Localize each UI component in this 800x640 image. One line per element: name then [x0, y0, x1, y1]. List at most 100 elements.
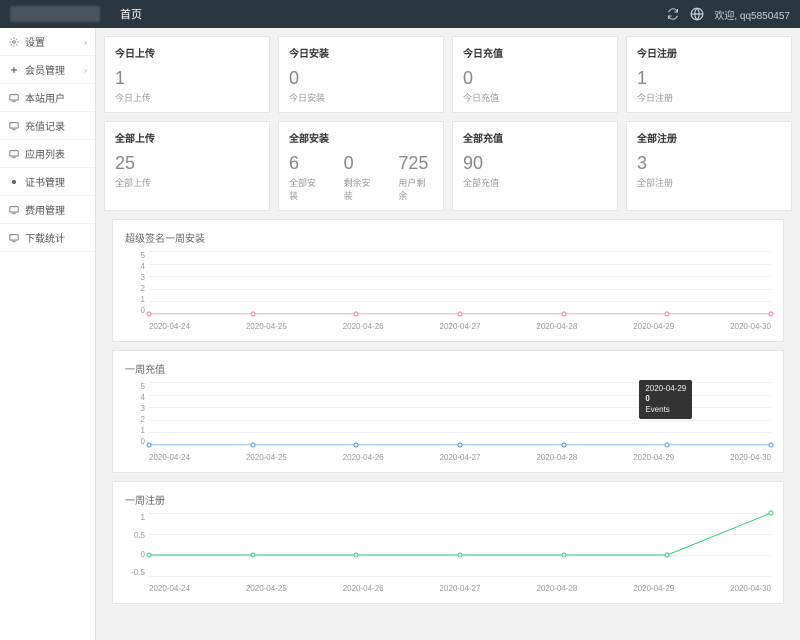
y-axis: 543210: [125, 382, 145, 446]
logo: [10, 6, 100, 22]
stat-value: 6: [289, 153, 324, 174]
stat-label: 今日上传: [115, 91, 151, 104]
chart-title: 一周注册: [125, 492, 771, 507]
x-axis: 2020-04-242020-04-252020-04-262020-04-27…: [149, 453, 771, 462]
chart-point[interactable]: [665, 443, 670, 448]
stat-card: 全部注册3全部注册: [626, 121, 792, 211]
stat-value: 90: [463, 153, 499, 174]
monitor-icon: [8, 120, 20, 132]
monitor-icon: [8, 232, 20, 244]
chart-point[interactable]: [250, 553, 255, 558]
card-title: 全部上传: [115, 130, 259, 145]
stat-value: 1: [115, 68, 151, 89]
chart-point[interactable]: [458, 312, 463, 317]
chart-point[interactable]: [769, 443, 774, 448]
y-axis: 10.50-0.5: [125, 513, 145, 577]
chart-point[interactable]: [769, 312, 774, 317]
sidebar: 设置› 会员管理 › 本站用户充值记录应用列表证书管理费用管理下载统计: [0, 28, 96, 640]
sidebar-item-5[interactable]: 证书管理: [0, 168, 95, 196]
main-content: 今日上传1今日上传今日安装0今日安装今日充值0今日充值今日注册1今日注册 全部上…: [96, 28, 800, 640]
sidebar-item-4[interactable]: 应用列表: [0, 140, 95, 168]
stat-value: 25: [115, 153, 151, 174]
chart-area: 10.50-0.52020-04-242020-04-252020-04-262…: [125, 513, 771, 593]
chart-card: 一周充值 543210 2020-04-290Events 2020-04-24202…: [112, 350, 784, 473]
stat-card: 今日注册1今日注册: [626, 36, 792, 113]
sidebar-item-label: 费用管理: [25, 202, 65, 217]
chart-title: 超级签名一周安装: [125, 230, 771, 245]
chart-point[interactable]: [561, 553, 566, 558]
monitor-icon: [8, 204, 20, 216]
card-title: 全部充值: [463, 130, 607, 145]
sidebar-item-3[interactable]: 充值记录: [0, 112, 95, 140]
sidebar-item-6[interactable]: 费用管理: [0, 196, 95, 224]
sidebar-item-label: 应用列表: [25, 146, 65, 161]
stat-value: 725: [398, 153, 433, 174]
welcome-text[interactable]: 欢迎, qq5850457: [714, 7, 790, 22]
stat-label: 用户剩余: [398, 176, 433, 202]
card-title: 今日注册: [637, 45, 781, 60]
chart-title: 一周充值: [125, 361, 771, 376]
chart-tooltip: 2020-04-290Events: [639, 380, 692, 419]
chart-point[interactable]: [147, 443, 152, 448]
chart-point[interactable]: [354, 553, 359, 558]
chart-point[interactable]: [354, 312, 359, 317]
stat-card: 全部上传 25 全部上传: [104, 121, 270, 211]
stat-label: 全部充值: [463, 176, 499, 189]
sidebar-item-label: 证书管理: [25, 174, 65, 189]
chart-plot: [149, 513, 771, 577]
card-title: 全部安装: [289, 130, 433, 145]
globe-icon[interactable]: [690, 7, 704, 21]
nav-home[interactable]: 首页: [120, 6, 142, 22]
sidebar-item-7[interactable]: 下载统计: [0, 224, 95, 252]
stat-label: 剩余安装: [344, 176, 379, 202]
stat-label: 今日充值: [463, 91, 499, 104]
chart-point[interactable]: [561, 312, 566, 317]
chart-area: 543210 2020-04-290Events 2020-04-242020-04…: [125, 382, 771, 462]
sidebar-item-label: 会员管理: [25, 62, 65, 77]
stat-value: 0: [289, 68, 325, 89]
stat-label: 今日注册: [637, 91, 673, 104]
stat-card: 今日上传 1 今日上传: [104, 36, 270, 113]
dot-icon: [8, 176, 20, 188]
chart-point[interactable]: [250, 312, 255, 317]
chevron-right-icon: ›: [84, 65, 87, 75]
stat-value: 0: [344, 153, 379, 174]
chart-point[interactable]: [250, 443, 255, 448]
chart-point[interactable]: [354, 443, 359, 448]
stat-label: 全部安装: [289, 176, 324, 202]
chart-point[interactable]: [561, 443, 566, 448]
stat-label: 全部注册: [637, 176, 673, 189]
chart-plot: [149, 251, 771, 315]
sidebar-item-0[interactable]: 设置›: [0, 28, 95, 56]
card-title: 今日上传: [115, 45, 259, 60]
gear-icon: [8, 36, 20, 48]
refresh-icon[interactable]: [666, 7, 680, 21]
card-title: 今日充值: [463, 45, 607, 60]
sidebar-item-2[interactable]: 本站用户: [0, 84, 95, 112]
chart-point[interactable]: [147, 312, 152, 317]
chart-point[interactable]: [665, 312, 670, 317]
chart-point[interactable]: [147, 553, 152, 558]
chart-card: 超级签名一周安装 5432102020-04-242020-04-252020-0…: [112, 219, 784, 342]
sidebar-item-label: 下载统计: [25, 230, 65, 245]
chart-area: 5432102020-04-242020-04-252020-04-262020…: [125, 251, 771, 331]
stat-label: 今日安装: [289, 91, 325, 104]
sidebar-item-label: 本站用户: [25, 90, 65, 105]
card-title: 全部注册: [637, 130, 781, 145]
stat-card: 今日安装 0 今日安装: [278, 36, 444, 113]
sidebar-item-1[interactable]: 会员管理 ›: [0, 56, 95, 84]
plus-icon: [8, 64, 20, 76]
chart-point[interactable]: [458, 553, 463, 558]
stat-card: 今日充值 0 今日充值: [452, 36, 618, 113]
stat-label: 全部上传: [115, 176, 151, 189]
app-header: 首页 欢迎, qq5850457: [0, 0, 800, 28]
chevron-right-icon: ›: [84, 37, 87, 47]
card-title: 今日安装: [289, 45, 433, 60]
chart-point[interactable]: [458, 443, 463, 448]
chart-point[interactable]: [769, 511, 774, 516]
chart-point[interactable]: [665, 553, 670, 558]
y-axis: 543210: [125, 251, 145, 315]
stat-value: 0: [463, 68, 499, 89]
chart-card: 一周注册 10.50-0.52020-04-242020-04-252020-04…: [112, 481, 784, 604]
stat-card: 全部安装6全部安装0剩余安装725用户剩余: [278, 121, 444, 211]
